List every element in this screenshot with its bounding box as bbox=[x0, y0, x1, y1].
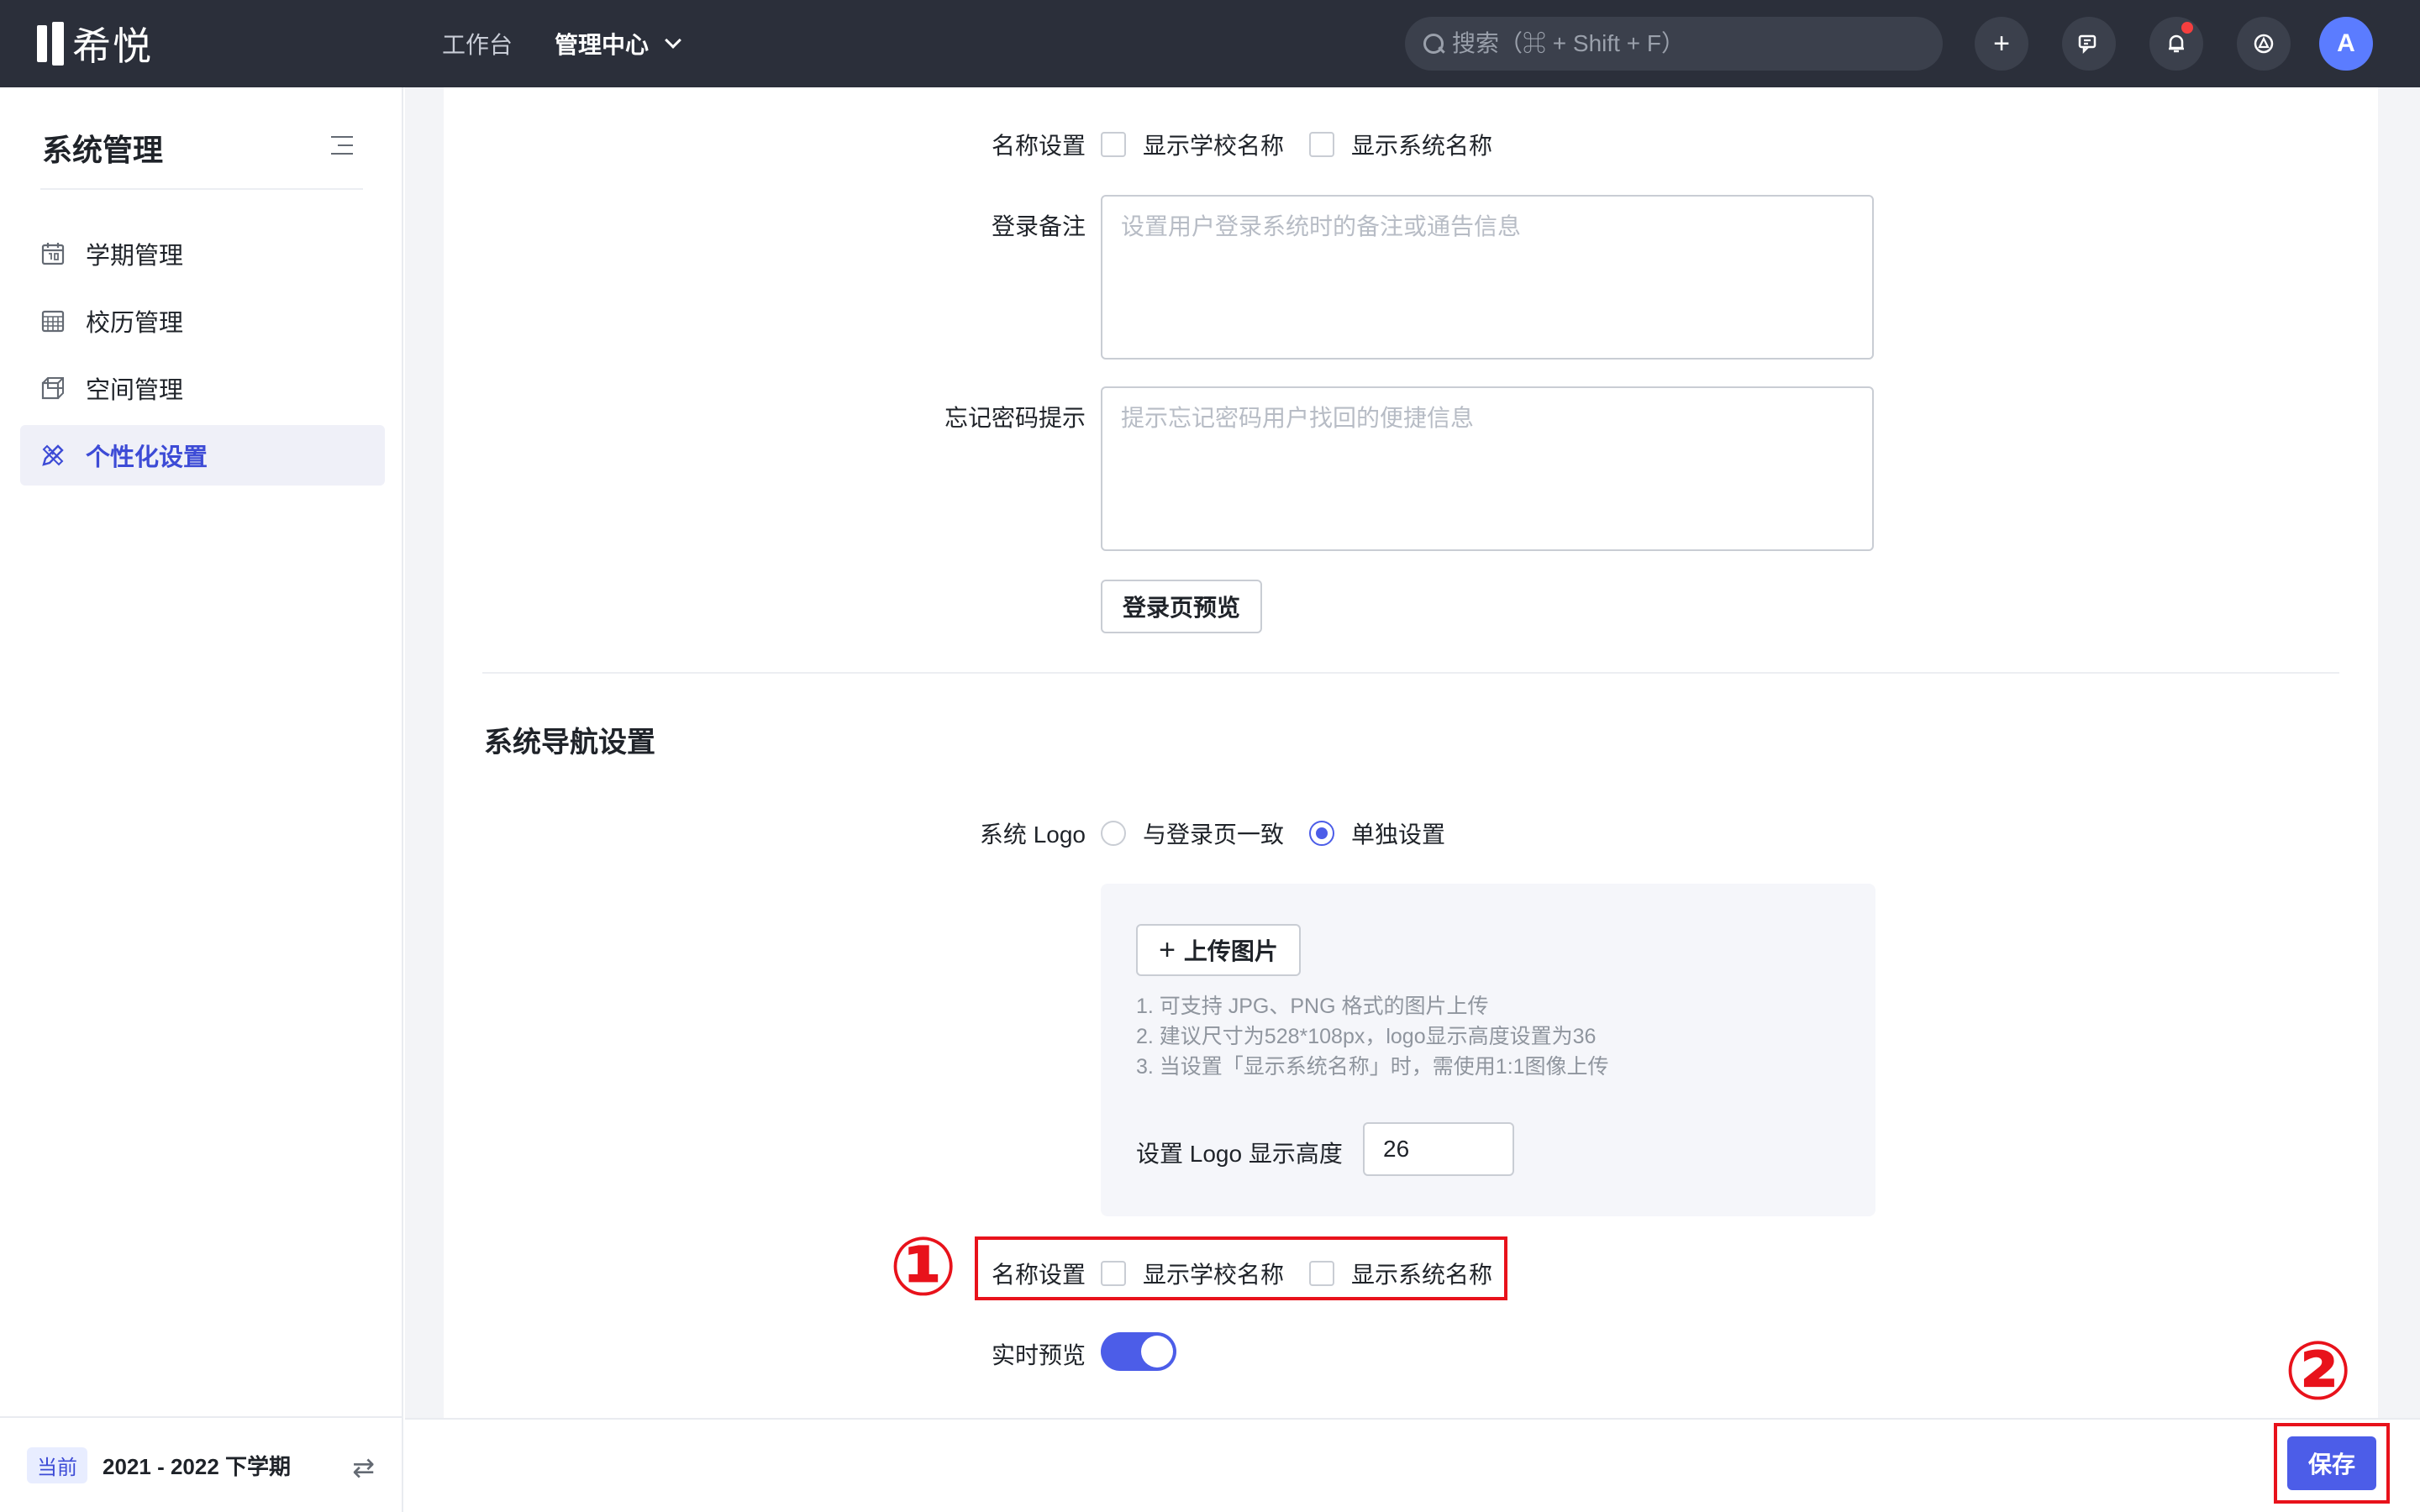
plus-icon: + bbox=[1993, 27, 2010, 60]
annotation-box-1 bbox=[975, 1236, 1507, 1300]
brand-mark-icon bbox=[37, 22, 64, 66]
footer-bar bbox=[405, 1418, 2420, 1512]
section-title-nav: 系统导航设置 bbox=[484, 727, 655, 759]
upload-tip: 2. 建议尺寸为528*108px，logo显示高度设置为36 bbox=[1136, 1025, 1597, 1048]
sidebar-item-label: 学期管理 bbox=[86, 243, 184, 270]
nav-workbench[interactable]: 工作台 bbox=[442, 27, 513, 60]
bell-icon bbox=[2169, 34, 2184, 53]
annotation-number-2: ② bbox=[2284, 1324, 2353, 1418]
apps-button[interactable] bbox=[2237, 17, 2291, 71]
login-name-setting-label: 名称设置 bbox=[991, 133, 1086, 159]
logo-option-same-radio[interactable]: 与登录页一致 bbox=[1101, 816, 1284, 850]
section-divider bbox=[482, 672, 2339, 674]
messages-button[interactable] bbox=[2062, 17, 2116, 71]
top-nav: 工作台 管理中心 bbox=[442, 25, 721, 62]
nav-admin-center-label: 管理中心 bbox=[555, 32, 650, 58]
switch-icon[interactable]: ⇄ bbox=[352, 1452, 375, 1483]
add-button[interactable]: + bbox=[1975, 17, 2028, 71]
radio-label: 与登录页一致 bbox=[1143, 822, 1285, 848]
upload-image-label: 上传图片 bbox=[1183, 938, 1278, 964]
logo-height-label: 设置 Logo 显示高度 bbox=[1136, 1141, 1343, 1167]
annotation-number-1: ① bbox=[889, 1220, 958, 1314]
login-preview-button[interactable]: 登录页预览 bbox=[1101, 580, 1262, 633]
chat-icon bbox=[2078, 34, 2096, 55]
cube-icon bbox=[39, 374, 67, 402]
radio-circle[interactable] bbox=[1101, 821, 1126, 846]
upload-tip: 1. 可支持 JPG、PNG 格式的图片上传 bbox=[1136, 995, 1489, 1018]
search-input[interactable] bbox=[1452, 30, 1923, 57]
sidebar: 系统管理 学期管理 校历管理 空间管理 个性化设置 当前 2021 - 2022… bbox=[0, 87, 403, 1512]
brand-logo[interactable]: 希悦 bbox=[37, 18, 153, 69]
sidebar-item-space[interactable]: 空间管理 bbox=[20, 358, 385, 418]
sidebar-title: 系统管理 bbox=[42, 133, 164, 167]
live-preview-toggle[interactable] bbox=[1101, 1332, 1176, 1371]
sidebar-item-label: 个性化设置 bbox=[86, 444, 208, 471]
live-preview-label: 实时预览 bbox=[991, 1342, 1086, 1368]
top-icons: + A bbox=[1975, 17, 2373, 71]
checkbox-label: 显示系统名称 bbox=[1351, 133, 1493, 159]
forgot-password-label: 忘记密码提示 bbox=[944, 405, 1086, 431]
checkbox-label: 显示学校名称 bbox=[1143, 133, 1285, 159]
brush-ruler-icon bbox=[39, 441, 67, 470]
upload-image-button[interactable]: + 上传图片 bbox=[1136, 924, 1301, 976]
search-icon bbox=[1422, 32, 1445, 55]
global-search[interactable] bbox=[1405, 17, 1943, 71]
current-term-badge: 当前 bbox=[27, 1446, 87, 1483]
sidebar-item-school-calendar[interactable]: 校历管理 bbox=[20, 291, 385, 351]
annotation-box-2 bbox=[2274, 1423, 2390, 1504]
sidebar-menu: 学期管理 校历管理 空间管理 个性化设置 bbox=[20, 223, 385, 492]
logo-option-custom-radio[interactable]: 单独设置 bbox=[1309, 816, 1445, 850]
calendar-grid-icon bbox=[39, 307, 67, 335]
checkbox-box[interactable] bbox=[1101, 132, 1126, 157]
chevron-down-icon bbox=[665, 32, 681, 49]
login-remark-label: 登录备注 bbox=[991, 213, 1086, 239]
sidebar-item-personalization[interactable]: 个性化设置 bbox=[20, 425, 385, 486]
upload-tips: 1. 可支持 JPG、PNG 格式的图片上传 2. 建议尺寸为528*108px… bbox=[1136, 991, 1609, 1082]
brand-name: 希悦 bbox=[72, 24, 153, 68]
logo-height-input[interactable] bbox=[1363, 1122, 1514, 1176]
sidebar-divider bbox=[40, 188, 363, 190]
term-switcher[interactable]: 当前 2021 - 2022 下学期 ⇄ bbox=[0, 1416, 403, 1512]
radio-circle-selected[interactable] bbox=[1309, 821, 1334, 846]
collapse-sidebar-icon[interactable] bbox=[331, 134, 355, 156]
toggle-knob bbox=[1141, 1336, 1173, 1368]
login-show-system-name-checkbox[interactable]: 显示系统名称 bbox=[1309, 128, 1492, 161]
login-remark-textarea[interactable] bbox=[1101, 195, 1874, 360]
plus-icon: + bbox=[1159, 933, 1176, 966]
sidebar-item-label: 校历管理 bbox=[86, 310, 184, 337]
sidebar-item-label: 空间管理 bbox=[86, 377, 184, 404]
forgot-password-textarea[interactable] bbox=[1101, 386, 1874, 551]
nav-admin-center[interactable]: 管理中心 bbox=[555, 27, 681, 60]
radio-label: 单独设置 bbox=[1351, 822, 1446, 848]
avatar[interactable]: A bbox=[2319, 17, 2373, 71]
checkbox-box[interactable] bbox=[1309, 132, 1334, 157]
upload-tip: 3. 当设置「显示系统名称」时，需使用1:1图像上传 bbox=[1136, 1055, 1609, 1079]
notifications-button[interactable] bbox=[2149, 17, 2203, 71]
sidebar-item-semester[interactable]: 学期管理 bbox=[20, 223, 385, 284]
notification-dot bbox=[2181, 22, 2193, 34]
calendar-icon bbox=[39, 239, 67, 268]
compass-icon bbox=[2254, 34, 2274, 54]
login-show-school-name-checkbox[interactable]: 显示学校名称 bbox=[1101, 128, 1284, 161]
system-logo-label: 系统 Logo bbox=[979, 822, 1086, 848]
top-bar: 希悦 工作台 管理中心 + A bbox=[0, 0, 2420, 87]
current-term: 2021 - 2022 下学期 bbox=[103, 1453, 292, 1479]
